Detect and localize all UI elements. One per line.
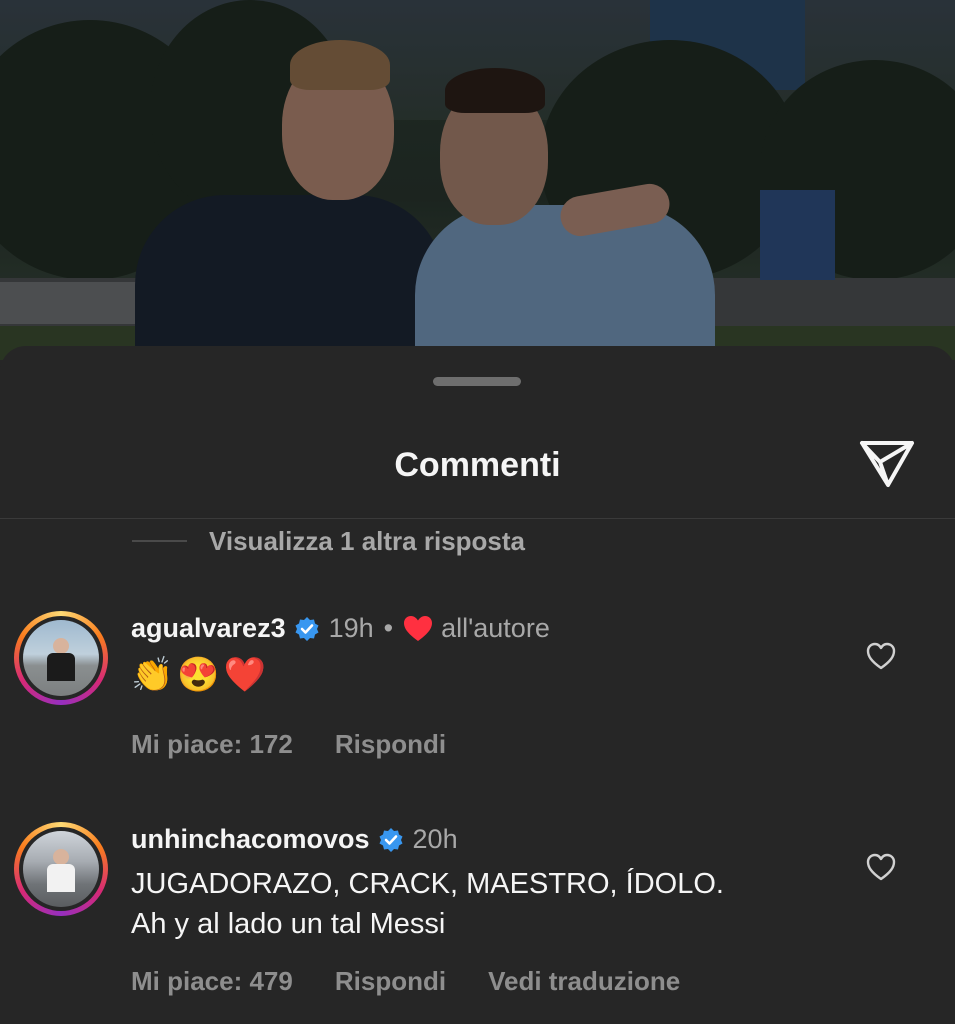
replies-line [132,540,187,542]
avatar[interactable] [14,611,108,705]
drag-handle[interactable] [433,377,521,386]
reply-button[interactable]: Rispondi [335,729,446,760]
view-more-replies[interactable]: Visualizza 1 altra risposta [132,521,525,561]
avatar[interactable] [14,822,108,916]
view-more-replies-label: Visualizza 1 altra risposta [209,525,525,556]
comment-text: 👏😍❤️ [131,656,271,694]
like-count[interactable]: Mi piace: 172 [131,729,293,760]
translate-button[interactable]: Vedi traduzione [488,966,680,997]
liked-by-author-label: all'autore [441,613,550,643]
author-heart-icon [404,616,433,641]
meta-separator: • [383,613,394,643]
comment-username[interactable]: agualvarez3 [131,613,286,644]
post-photo [0,0,955,360]
verified-badge-icon [379,827,403,852]
reply-button[interactable]: Rispondi [335,966,446,997]
verified-badge-icon [295,616,319,641]
comment-text-line-1: JUGADORAZO, CRACK, MAESTRO, ÍDOLO. [131,868,724,900]
like-count[interactable]: Mi piace: 479 [131,966,293,997]
comment-username[interactable]: unhinchacomovos [131,824,370,855]
heart-outline-icon[interactable] [866,853,896,881]
comment-time: 20h [412,824,458,854]
comment-time: 19h [328,613,374,643]
comments-sheet: Commenti Visualizza 1 altra risposta agu… [0,346,955,1024]
sheet-title: Commenti [394,446,561,484]
heart-outline-icon[interactable] [866,642,896,670]
paper-plane-icon[interactable] [858,438,916,490]
header-divider [0,518,955,519]
comment-text-line-2: Ah y al lado un tal Messi [131,908,446,940]
